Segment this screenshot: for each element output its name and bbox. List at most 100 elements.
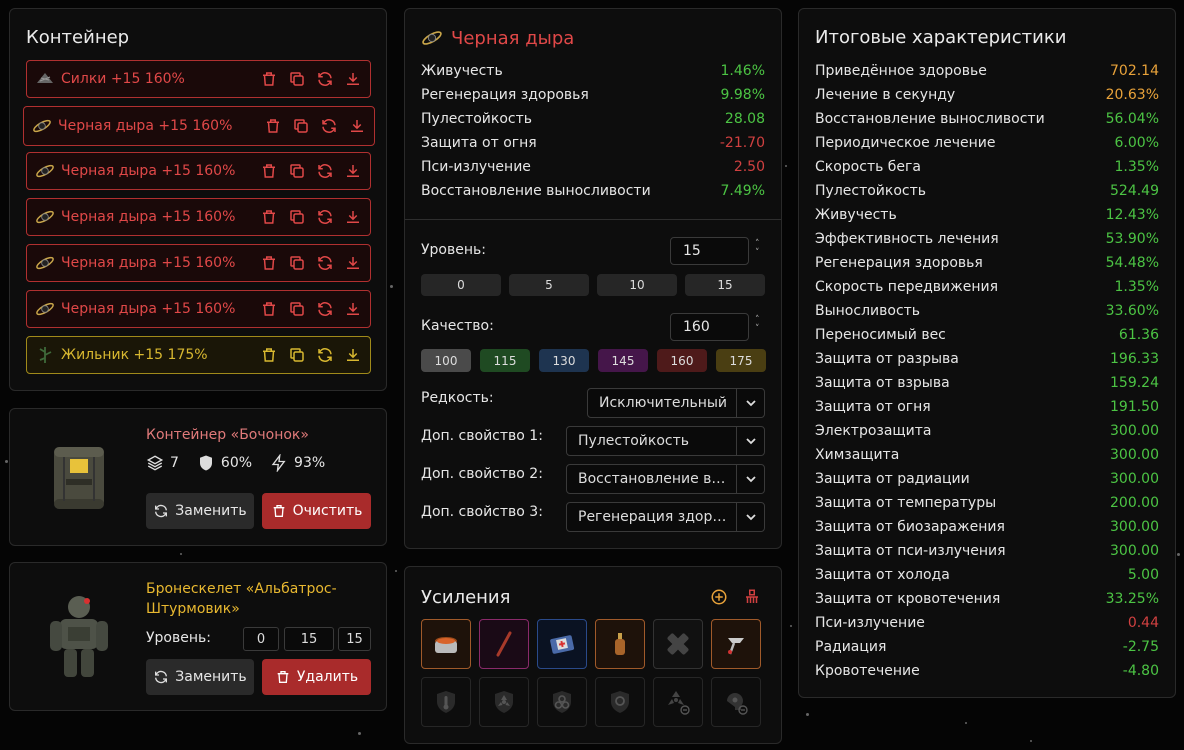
copy-icon[interactable] (288, 162, 306, 180)
level-preset-button[interactable]: 10 (597, 274, 677, 296)
stat-name: Приведённое здоровье (815, 63, 987, 79)
refresh-icon[interactable] (316, 346, 334, 364)
level-preset-button[interactable]: 15 (685, 274, 765, 296)
trash-icon[interactable] (260, 162, 278, 180)
quality-preset-button[interactable]: 145 (598, 349, 648, 372)
armor-level-max[interactable]: 15 (338, 627, 371, 651)
quality-spinner[interactable]: ˄ ˅ (755, 316, 760, 334)
container-item[interactable]: Черная дыра +15 160% (26, 152, 371, 190)
item-actions (260, 162, 362, 180)
refresh-icon[interactable] (320, 117, 338, 135)
armor-level-min[interactable]: 0 (243, 627, 279, 651)
download-icon[interactable] (344, 254, 362, 272)
clear-boosts-icon[interactable] (743, 588, 761, 606)
boost-slot-biohazard[interactable] (537, 677, 587, 727)
copy-icon[interactable] (292, 117, 310, 135)
refresh-icon[interactable] (316, 300, 334, 318)
total-stat-row: Защита от холода 5.00 (815, 563, 1159, 587)
boost-slot-stew[interactable] (421, 619, 471, 669)
boost-slot-bandage[interactable] (653, 619, 703, 669)
radiation-shield-icon (495, 691, 513, 713)
prop1-value: Пулестойкость (578, 433, 690, 449)
armor-level-current[interactable]: 15 (284, 627, 334, 651)
total-stat-row: Защита от взрыва 159.24 (815, 371, 1159, 395)
quality-preset-button[interactable]: 100 (421, 349, 471, 372)
quality-preset-button[interactable]: 130 (539, 349, 589, 372)
prop2-select[interactable]: Восстановление выносливости (566, 464, 765, 494)
stat-name: Защита от разрыва (815, 351, 959, 367)
total-stat-row: Восстановление выносливости 56.04% (815, 107, 1159, 131)
container-item[interactable]: Черная дыра +15 160% (23, 106, 375, 146)
level-input[interactable]: 15 (670, 237, 749, 265)
download-icon[interactable] (348, 117, 366, 135)
stat-name: Радиация (815, 639, 887, 655)
boost-slot-radiation[interactable] (479, 677, 529, 727)
trash-icon[interactable] (260, 208, 278, 226)
armor-replace-button[interactable]: Заменить (146, 659, 254, 695)
add-circle-icon[interactable] (710, 588, 728, 606)
rarity-label: Редкость: (421, 390, 494, 406)
boosts-title: Усиления (421, 587, 511, 608)
refresh-icon[interactable] (316, 208, 334, 226)
star (790, 625, 792, 627)
copy-icon[interactable] (288, 300, 306, 318)
boost-slot-antirad[interactable] (653, 677, 703, 727)
stat-value: 300.00 (1110, 519, 1159, 535)
boost-slot-stick[interactable] (479, 619, 529, 669)
quality-input[interactable]: 160 (670, 313, 749, 341)
black-hole-icon (36, 256, 54, 270)
rarity-select[interactable]: Исключительный (587, 388, 765, 418)
trash-icon[interactable] (260, 254, 278, 272)
boost-slot-antipsi[interactable] (711, 677, 761, 727)
container-item[interactable]: Черная дыра +15 160% (26, 290, 371, 328)
download-icon[interactable] (344, 208, 362, 226)
stat-name: Защита от огня (815, 399, 931, 415)
trash-icon[interactable] (260, 300, 278, 318)
barrel-clear-button[interactable]: Очистить (262, 493, 371, 529)
boost-slot-thermal[interactable] (421, 677, 471, 727)
level-preset-button[interactable]: 0 (421, 274, 501, 296)
barrel-stats: 7 60% 93% (146, 454, 325, 472)
container-item[interactable]: Силки +15 160% (26, 60, 371, 98)
boost-slot-injector[interactable] (711, 619, 761, 669)
stat-value: 191.50 (1110, 399, 1159, 415)
quality-preset-button[interactable]: 175 (716, 349, 766, 372)
boost-slot-medkit[interactable] (537, 619, 587, 669)
refresh-icon[interactable] (316, 254, 334, 272)
boost-slot-psi[interactable] (595, 677, 645, 727)
container-item[interactable]: Жильник +15 175% (26, 336, 371, 374)
trash-icon[interactable] (260, 346, 278, 364)
download-icon[interactable] (344, 346, 362, 364)
copy-icon[interactable] (288, 346, 306, 364)
barrel-replace-button[interactable]: Заменить (146, 493, 254, 529)
refresh-icon[interactable] (316, 162, 334, 180)
copy-icon[interactable] (288, 208, 306, 226)
copy-icon[interactable] (288, 70, 306, 88)
container-item[interactable]: Черная дыра +15 160% (26, 198, 371, 236)
stat-name: Пси-излучение (815, 615, 925, 631)
quality-preset-button[interactable]: 160 (657, 349, 707, 372)
download-icon[interactable] (344, 300, 362, 318)
level-preset-button[interactable]: 5 (509, 274, 589, 296)
prop3-value: Регенерация здоровья (578, 509, 736, 525)
prop1-select[interactable]: Пулестойкость (566, 426, 765, 456)
boost-slot-bottle[interactable] (595, 619, 645, 669)
stat-name: Регенерация здоровья (421, 87, 589, 103)
star (806, 713, 809, 716)
injector-icon (728, 638, 744, 655)
download-icon[interactable] (344, 70, 362, 88)
trash-icon[interactable] (260, 70, 278, 88)
download-icon[interactable] (344, 162, 362, 180)
refresh-icon[interactable] (316, 70, 334, 88)
level-spinner[interactable]: ˄ ˅ (755, 240, 760, 258)
level-label: Уровень: (421, 242, 486, 258)
prop3-select[interactable]: Регенерация здоровья (566, 502, 765, 532)
trash-icon[interactable] (264, 117, 282, 135)
armor-delete-button[interactable]: Удалить (262, 659, 371, 695)
quality-preset-button[interactable]: 115 (480, 349, 530, 372)
artifact-stat-row: Защита от огня -21.70 (421, 131, 765, 155)
container-item[interactable]: Черная дыра +15 160% (26, 244, 371, 282)
item-icon (35, 253, 55, 273)
copy-icon[interactable] (288, 254, 306, 272)
star (358, 732, 361, 735)
